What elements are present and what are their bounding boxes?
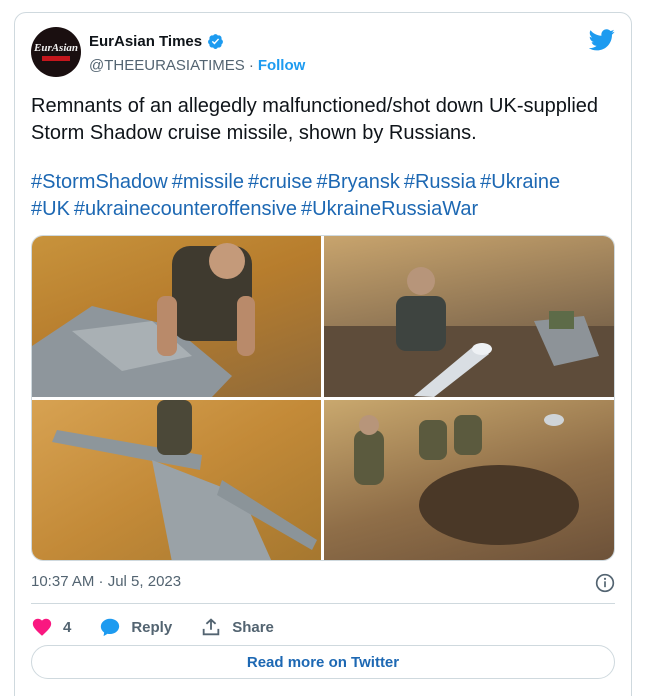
- reply-bubble-icon: [101, 618, 120, 637]
- tweet-meta: 10:37 AM · Jul 5, 2023: [31, 573, 615, 595]
- action-bar: 4 Reply Share: [31, 615, 274, 639]
- share-label: Share: [232, 618, 274, 636]
- separator-dot: ·: [248, 57, 254, 74]
- media-grid: [31, 235, 615, 561]
- hashtag-link[interactable]: #missile: [172, 171, 244, 193]
- handle-row: @THEEURASIATIMES · Follow: [89, 57, 305, 74]
- like-button[interactable]: 4: [31, 616, 71, 638]
- tweet-header: EurAsian EurAsian Times @THEEURASIATIMES…: [31, 27, 615, 79]
- photo-3[interactable]: [32, 400, 321, 560]
- photo-1[interactable]: [32, 236, 321, 397]
- tweet-card: EurAsian EurAsian Times @THEEURASIATIMES…: [14, 12, 632, 696]
- avatar[interactable]: EurAsian: [31, 27, 81, 77]
- hashtag-link[interactable]: #UkraineRussiaWar: [301, 198, 478, 220]
- hashtag-link[interactable]: #StormShadow: [31, 171, 168, 193]
- photo-2[interactable]: [324, 236, 614, 397]
- avatar-logo-text: EurAsian: [33, 42, 79, 54]
- verified-badge-icon: [208, 34, 224, 49]
- account-name[interactable]: EurAsian Times: [89, 33, 202, 50]
- name-row: EurAsian Times: [89, 33, 224, 50]
- timestamp[interactable]: 10:37 AM · Jul 5, 2023: [31, 573, 181, 590]
- hashtag-link[interactable]: #Ukraine: [480, 171, 560, 193]
- info-icon[interactable]: [595, 573, 615, 593]
- hashtag-link[interactable]: #UK: [31, 198, 70, 220]
- hashtag-link[interactable]: #Bryansk: [316, 171, 399, 193]
- hashtag-link[interactable]: #Russia: [404, 171, 476, 193]
- divider: [31, 603, 615, 604]
- hashtag-link[interactable]: #cruise: [248, 171, 312, 193]
- reply-button[interactable]: Reply: [99, 616, 172, 638]
- read-more-button[interactable]: Read more on Twitter: [31, 645, 615, 679]
- photo-4[interactable]: [324, 400, 614, 560]
- tweet-text: Remnants of an allegedly malfunctioned/s…: [31, 95, 599, 144]
- heart-icon: [32, 618, 52, 636]
- account-handle[interactable]: @THEEURASIATIMES: [89, 57, 245, 74]
- reply-label: Reply: [131, 618, 173, 636]
- hashtag-link[interactable]: #ukrainecounteroffensive: [74, 198, 297, 220]
- avatar-logo-bar: [42, 56, 70, 61]
- share-button[interactable]: Share: [200, 616, 274, 638]
- twitter-bird-icon[interactable]: [589, 29, 615, 51]
- like-count: 4: [63, 618, 72, 636]
- hashtag-list: #StormShadow #missile #cruise #Bryansk #Russ…: [31, 169, 611, 223]
- follow-button[interactable]: Follow: [258, 57, 306, 74]
- share-icon: [202, 618, 220, 636]
